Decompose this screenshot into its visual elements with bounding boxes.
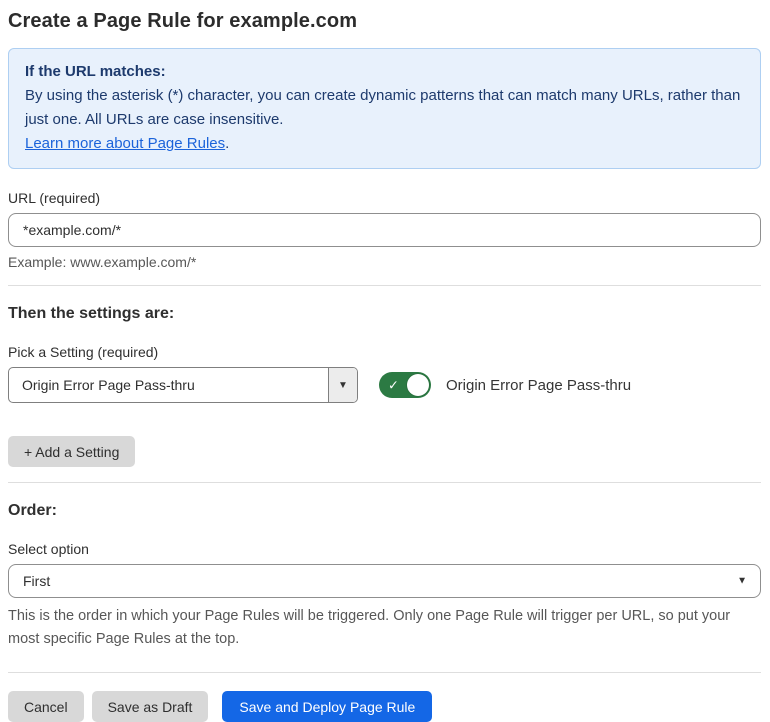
cancel-button[interactable]: Cancel — [8, 691, 84, 722]
pick-setting-label: Pick a Setting (required) — [8, 344, 159, 360]
setting-toggle[interactable]: ✓ — [379, 372, 431, 398]
url-match-info-box: If the URL matches: By using the asteris… — [8, 48, 761, 169]
order-select-label: Select option — [8, 541, 89, 557]
order-dropdown[interactable]: First ▼ — [8, 564, 761, 598]
save-draft-button[interactable]: Save as Draft — [91, 691, 209, 722]
page-title: Create a Page Rule for example.com — [8, 10, 358, 32]
learn-more-link[interactable]: Learn more about Page Rules — [25, 135, 225, 152]
save-deploy-button[interactable]: Save and Deploy Page Rule — [222, 691, 433, 722]
form-actions: Cancel Save as Draft Save and Deploy Pag… — [8, 691, 761, 722]
order-section-heading: Order: — [8, 502, 57, 519]
toggle-knob — [407, 374, 429, 396]
check-icon: ✓ — [388, 377, 399, 393]
divider — [8, 482, 761, 483]
settings-section-heading: Then the settings are: — [8, 305, 175, 322]
setting-dropdown-value: Origin Error Page Pass-thru — [22, 377, 195, 393]
order-dropdown-value: First — [23, 573, 51, 589]
divider — [8, 672, 761, 673]
chevron-down-icon: ▼ — [737, 575, 747, 587]
setting-dropdown[interactable]: Origin Error Page Pass-thru ▼ — [8, 367, 358, 403]
divider — [8, 285, 761, 286]
info-box-body: By using the asterisk (*) character, you… — [25, 87, 741, 128]
create-page-rule-form: Create a Page Rule for example.com If th… — [0, 0, 770, 722]
info-box-heading: If the URL matches: — [25, 63, 166, 80]
url-input[interactable] — [8, 213, 761, 247]
url-example-hint: Example: www.example.com/* — [8, 254, 197, 270]
setting-toggle-label: Origin Error Page Pass-thru — [446, 376, 632, 394]
add-setting-button[interactable]: + Add a Setting — [8, 436, 136, 467]
order-hint: This is the order in which your Page Rul… — [8, 608, 731, 647]
info-box-link-line: Learn more about Page Rules. — [25, 132, 744, 156]
setting-row: Origin Error Page Pass-thru ▼ ✓ Origin E… — [8, 367, 761, 403]
chevron-down-icon: ▼ — [328, 368, 357, 402]
url-field-label: URL (required) — [8, 190, 101, 206]
link-suffix: . — [225, 135, 230, 152]
